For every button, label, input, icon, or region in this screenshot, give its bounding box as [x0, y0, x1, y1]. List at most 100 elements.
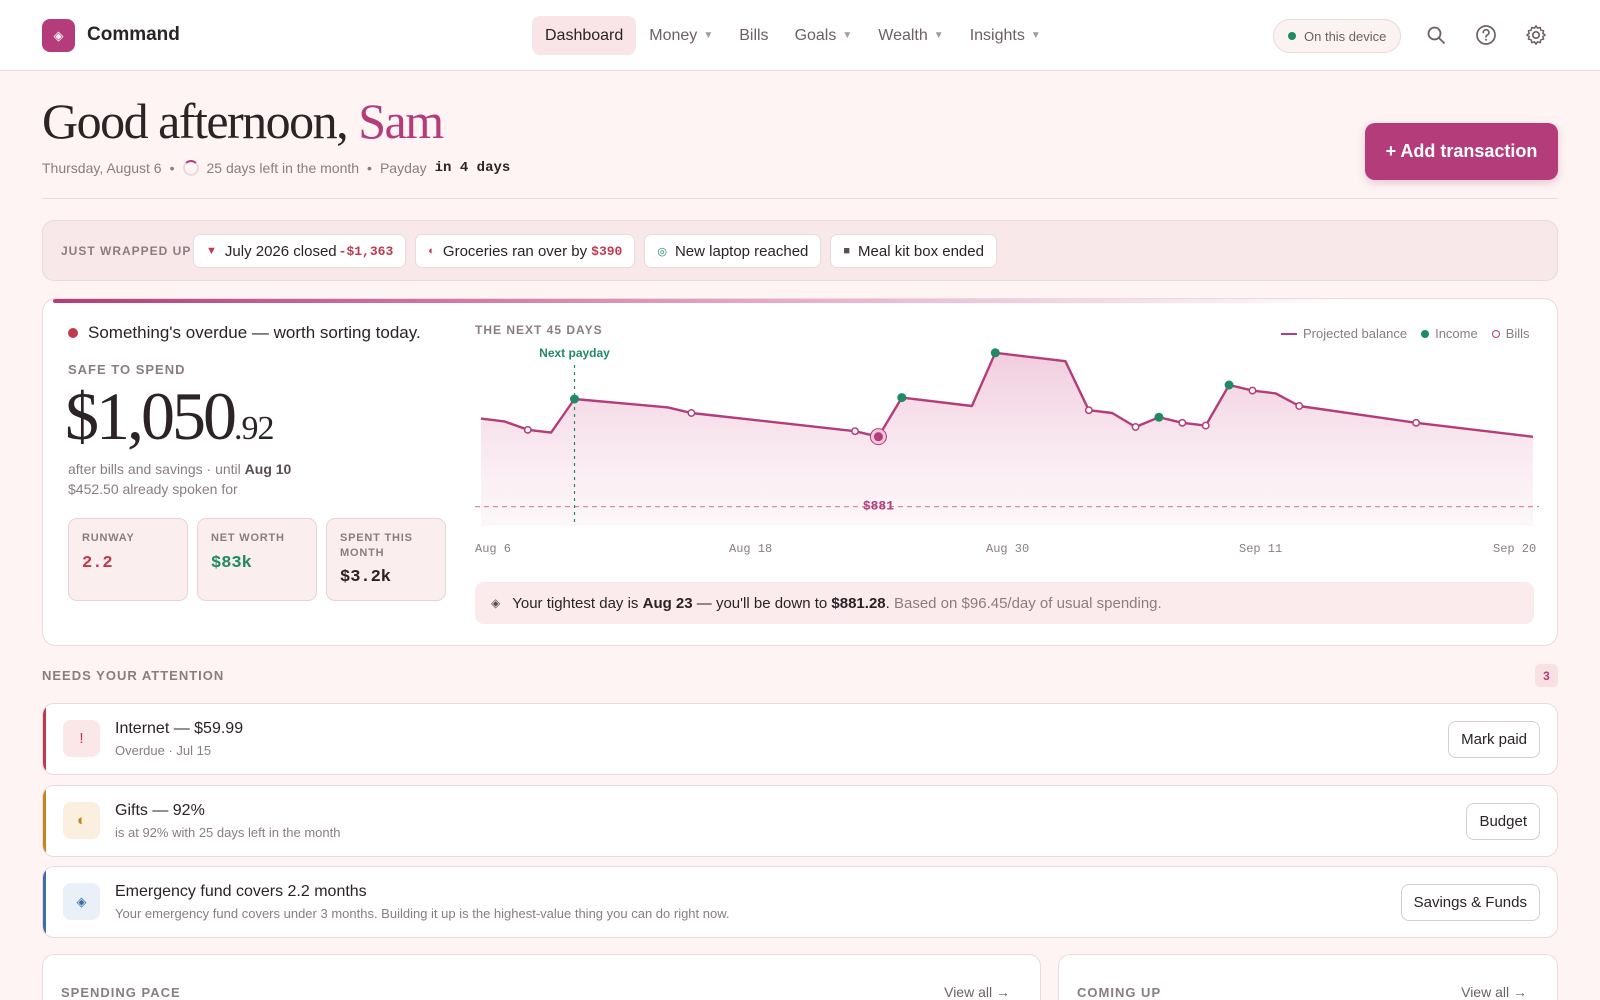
x-tick-label: Sep 20 [1493, 542, 1536, 556]
overdue-alert[interactable]: Something's overdue — worth sorting toda… [68, 323, 421, 343]
help-icon[interactable] [1473, 22, 1499, 48]
legend-label: Bills [1505, 326, 1530, 341]
chip-groceries-over[interactable]: ◐ Groceries ran over by $390 [415, 234, 636, 268]
legend-ring-icon [1491, 329, 1500, 338]
legend-bills: Bills [1491, 326, 1530, 341]
caret-down-icon: ▼ [1030, 30, 1041, 41]
after-bills-text: after bills and savings · until Aug 10 [68, 461, 291, 477]
amount-cents: .92 [234, 410, 274, 447]
bill-point [1131, 423, 1140, 431]
after-label: after bills and savings · until [68, 461, 241, 477]
x-tick-label: Aug 18 [729, 542, 772, 556]
attention-title: Emergency fund covers 2.2 months [115, 883, 367, 900]
nav-item-dashboard[interactable]: Dashboard [532, 16, 637, 55]
attention-title: Gifts — 92% [115, 802, 205, 819]
chip-text: July 2026 closed [224, 242, 337, 260]
x-tick-label: Aug 30 [986, 542, 1029, 556]
legend-balance: Projected balance [1281, 326, 1407, 341]
nav-item-bills[interactable]: Bills [726, 16, 781, 55]
wrapped-chips: ▼ July 2026 closed -$1,363 ◐ Groceries ra… [193, 234, 997, 268]
income-point [1154, 412, 1164, 422]
tight-date: Aug 23 [642, 594, 693, 612]
greeting-heading: Good afternoon, Sam [42, 92, 444, 150]
stat-runway[interactable]: RUNWAY 2.2 [68, 518, 188, 601]
safe-to-spend-amount: $1,050.92 [65, 377, 274, 456]
chip-text: New laptop reached [674, 242, 809, 260]
attention-item-emergency-fund[interactable]: ◈ Emergency fund covers 2.2 months Your … [42, 866, 1558, 938]
attention-title: Internet — $59.99 [115, 720, 244, 737]
status-dot-icon [1288, 32, 1296, 40]
low-point [873, 432, 883, 442]
device-status-pill[interactable]: On this device [1273, 19, 1402, 53]
attention-subtitle: is at 92% with 25 days left in the month [115, 825, 341, 840]
attention-label: NEEDS YOUR ATTENTION [42, 668, 225, 683]
x-tick-label: Sep 11 [1239, 542, 1282, 556]
x-tick-label: Aug 6 [475, 542, 511, 556]
chip-value: -$1,363 [338, 243, 394, 259]
caret-down-icon: ▼ [933, 30, 944, 41]
stat-net-worth[interactable]: NET WORTH $83k [197, 518, 317, 601]
chip-month-closed[interactable]: ▼ July 2026 closed -$1,363 [193, 234, 407, 268]
tight-text: Your tightest day is [512, 594, 639, 612]
separator-dot: • [367, 160, 372, 176]
wrapped-up-label: JUST WRAPPED UP [61, 244, 192, 258]
bill-point [1248, 386, 1257, 395]
attention-subtitle: Your emergency fund covers under 3 month… [115, 906, 730, 921]
mark-paid-button[interactable]: Mark paid [1448, 721, 1540, 758]
balance-chart[interactable]: Next payday $881 Aug 6 Aug 18 Aug 30 Sep 11 Se… [475, 343, 1539, 573]
gear-icon[interactable] [1523, 22, 1549, 48]
wrapped-up-strip: JUST WRAPPED UP ▼ July 2026 closed -$1,36… [42, 220, 1558, 281]
top-nav-bar: ◈ Command Dashboard Money ▼ Bills Goals ▼ … [0, 0, 1600, 71]
chip-subscription-ended[interactable]: ■ Meal kit box ended [830, 234, 997, 268]
tight-sentence: Your tightest day is Aug 23 — you'll be … [512, 594, 1162, 612]
budget-button[interactable]: Budget [1466, 803, 1540, 840]
bill-point [1295, 402, 1304, 410]
legend-dot-icon [1421, 329, 1430, 338]
search-icon[interactable] [1423, 22, 1449, 48]
tight-basis: Based on $96.45/day of usual spending. [893, 594, 1162, 612]
savings-funds-button[interactable]: Savings & Funds [1400, 884, 1540, 921]
attention-count-badge: 3 [1535, 664, 1558, 687]
coming-view-all-link[interactable]: View all → [1461, 984, 1527, 1000]
attention-item-internet[interactable]: ! Internet — $59.99 Overdue · Jul 15 Mar… [42, 703, 1558, 775]
after-date: Aug 10 [244, 461, 292, 477]
floor-value-label: $881 [863, 499, 894, 514]
nav-item-insights[interactable]: Insights ▼ [957, 16, 1054, 55]
nav-label: Money [649, 26, 698, 44]
tight-amount: $881.28 [831, 594, 886, 612]
severity-edge [43, 867, 46, 937]
logo-icon[interactable]: ◈ [42, 19, 75, 52]
down-triangle-icon: ▼ [206, 245, 217, 257]
chip-value: $390 [591, 243, 623, 259]
stat-label: SPENT THIS MONTH [340, 532, 413, 559]
nav-label: Bills [739, 26, 769, 44]
stat-label: NET WORTH [211, 532, 285, 544]
chip-goal-reached[interactable]: ◎ New laptop reached [644, 234, 822, 268]
legend-label: Income [1435, 326, 1478, 341]
severity-edge [43, 704, 46, 774]
stat-spent-this-month[interactable]: SPENT THIS MONTH $3.2k [326, 518, 446, 601]
balance-area [481, 352, 1533, 526]
severity-edge [43, 786, 46, 856]
stat-value: $83k [211, 554, 252, 573]
month-progress-icon [182, 160, 199, 176]
spending-view-all-link[interactable]: View all → [944, 984, 1010, 1000]
nav-item-wealth[interactable]: Wealth ▼ [865, 16, 956, 55]
income-point [1224, 380, 1234, 390]
bill-point [851, 427, 859, 436]
add-transaction-button[interactable]: + Add transaction [1365, 123, 1558, 180]
square-icon: ■ [843, 245, 851, 257]
attention-item-gifts[interactable]: ◐ Gifts — 92% is at 92% with 25 days lef… [42, 785, 1558, 857]
days-left: 25 days left in the month [206, 160, 360, 176]
nav-item-money[interactable]: Money ▼ [636, 16, 726, 55]
app-name[interactable]: Command [87, 24, 180, 46]
main-nav: Dashboard Money ▼ Bills Goals ▼ Wealth ▼ In… [532, 16, 1054, 55]
amount-main: $1,050 [65, 378, 237, 454]
bill-point [1084, 406, 1093, 415]
divider [42, 198, 1558, 199]
bill-point [1201, 421, 1210, 430]
chart-title: THE NEXT 45 DAYS [475, 323, 603, 337]
income-point [570, 394, 580, 404]
coming-up-label: COMING UP [1077, 985, 1162, 1000]
nav-item-goals[interactable]: Goals ▼ [782, 16, 866, 55]
